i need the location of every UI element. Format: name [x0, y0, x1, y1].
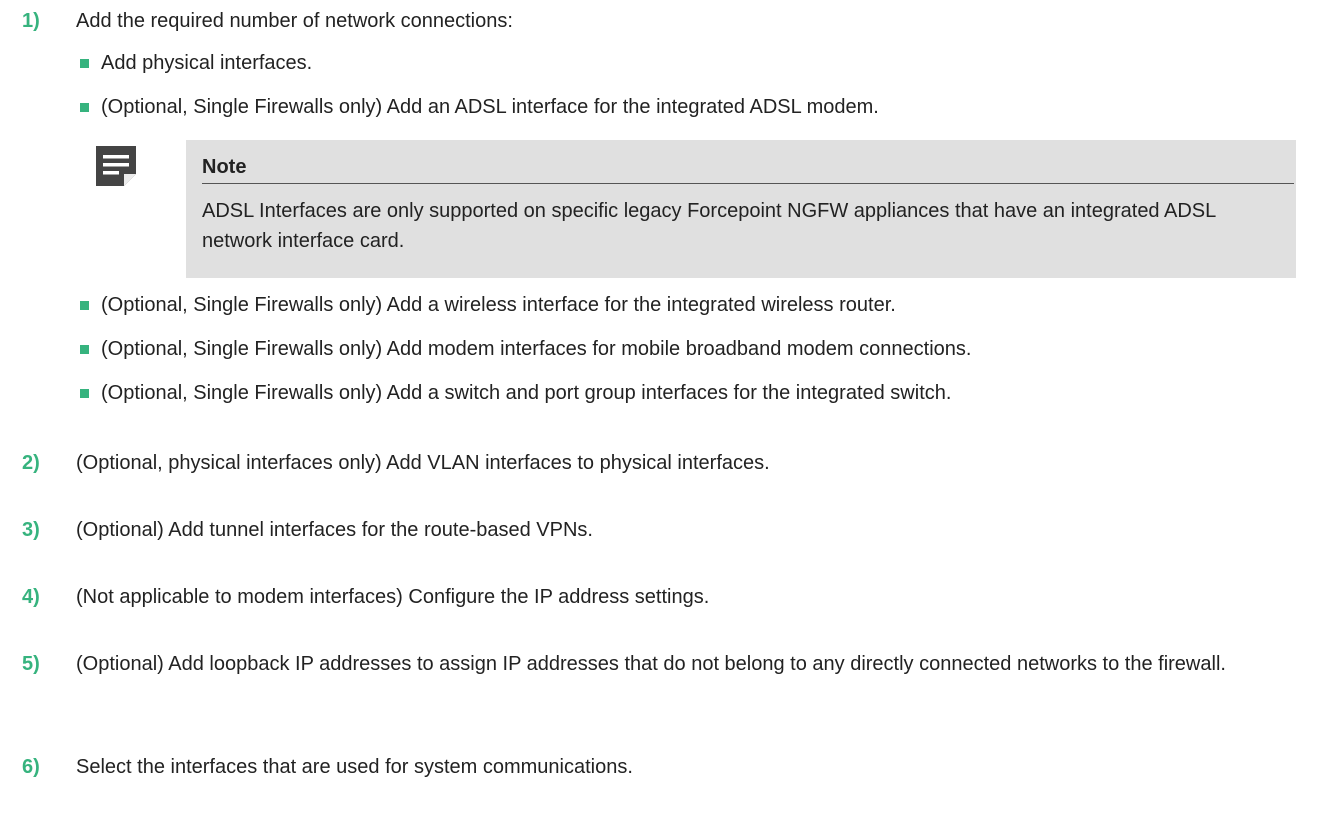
list-item: (Optional, Single Firewalls only) Add an… — [0, 92, 1325, 122]
substep-text: (Optional, Single Firewalls only) Add mo… — [101, 338, 972, 360]
step-text: Add the required number of network conne… — [76, 10, 513, 32]
bullet-square-icon — [80, 301, 89, 310]
step-text: (Not applicable to modem interfaces) Con… — [76, 586, 710, 608]
list-item: Add physical interfaces. — [0, 48, 1325, 78]
step-text: Select the interfaces that are used for … — [76, 756, 633, 778]
note-title: Note — [202, 156, 247, 178]
substep-text: Add physical interfaces. — [101, 52, 313, 74]
bullet-square-icon — [80, 103, 89, 112]
step-text: (Optional, physical interfaces only) Add… — [76, 452, 770, 474]
substep-text: (Optional, Single Firewalls only) Add a … — [101, 294, 896, 316]
bullet-square-icon — [80, 59, 89, 68]
step-number: 1) — [22, 10, 40, 32]
list-item: (Optional, Single Firewalls only) Add mo… — [0, 334, 1325, 364]
step-number: 5) — [22, 653, 40, 675]
step-number: 2) — [22, 452, 40, 474]
step-text: (Optional) Add loopback IP addresses to … — [76, 653, 1226, 675]
note-box: Note ADSL Interfaces are only supported … — [186, 140, 1296, 278]
step-number: 4) — [22, 586, 40, 608]
note-icon — [96, 146, 136, 186]
bullet-square-icon — [80, 389, 89, 398]
substep-text: (Optional, Single Firewalls only) Add a … — [101, 382, 952, 404]
bullet-square-icon — [80, 345, 89, 354]
list-item: (Optional, Single Firewalls only) Add a … — [0, 378, 1325, 408]
substep-text: (Optional, Single Firewalls only) Add an… — [101, 96, 879, 118]
list-item: (Optional, Single Firewalls only) Add a … — [0, 290, 1325, 320]
note-body: ADSL Interfaces are only supported on sp… — [202, 200, 1216, 252]
step-text: (Optional) Add tunnel interfaces for the… — [76, 519, 593, 541]
step-number: 3) — [22, 519, 40, 541]
note-divider — [202, 183, 1294, 184]
step-number: 6) — [22, 756, 40, 778]
